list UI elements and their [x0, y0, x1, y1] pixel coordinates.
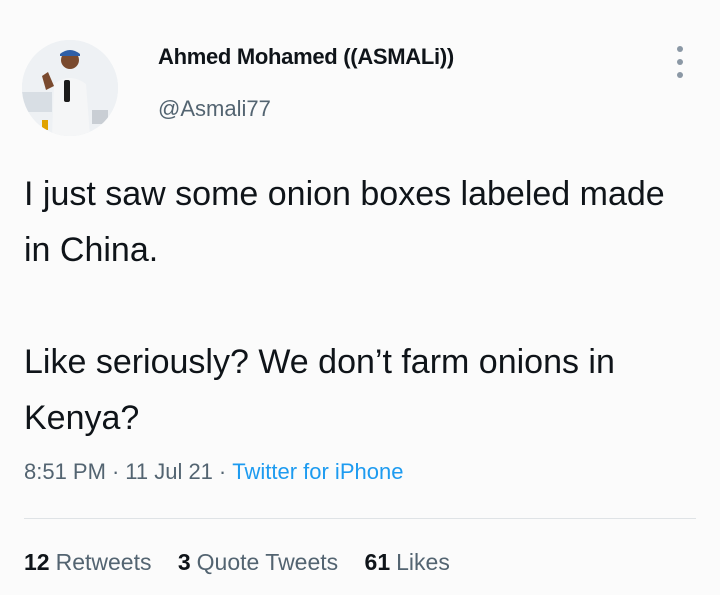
- quote-tweets-count: 3: [177, 549, 191, 575]
- more-options-button[interactable]: [670, 46, 690, 78]
- tweet-date[interactable]: 11 Jul 21: [125, 459, 213, 484]
- avatar-image: [22, 40, 118, 136]
- retweets-count: 12: [24, 549, 50, 575]
- likes-label: Likes: [396, 549, 450, 575]
- likes-count: 61: [364, 549, 391, 575]
- meta-separator: ·: [218, 459, 227, 484]
- display-name[interactable]: Ahmed Mohamed ((ASMALi)): [158, 44, 454, 70]
- quote-tweets-label: Quote Tweets: [196, 549, 339, 575]
- tweet: Ahmed Mohamed ((ASMALi)) @Asmali77 I jus…: [0, 0, 720, 595]
- meta-separator: ·: [111, 459, 120, 484]
- tweet-paragraph: Like seriously? We don’t farm onions in …: [24, 343, 615, 437]
- tweet-source-link[interactable]: Twitter for iPhone: [232, 459, 403, 484]
- quote-tweets-stat[interactable]: 3 Quote Tweets: [178, 549, 338, 575]
- retweets-label: Retweets: [55, 549, 152, 575]
- tweet-paragraph: I just saw some onion boxes labeled made…: [24, 175, 665, 269]
- retweets-stat[interactable]: 12 Retweets: [24, 549, 151, 575]
- user-handle[interactable]: @Asmali77: [158, 96, 271, 122]
- tweet-text: I just saw some onion boxes labeled made…: [24, 166, 694, 446]
- divider: [24, 518, 696, 519]
- tweet-stats: 12 Retweets 3 Quote Tweets 61 Likes: [24, 549, 470, 576]
- tweet-time[interactable]: 8:51 PM: [24, 459, 106, 484]
- more-vertical-icon: [677, 72, 683, 78]
- tweet-meta: 8:51 PM · 11 Jul 21 · Twitter for iPhone: [24, 459, 403, 485]
- likes-stat[interactable]: 61 Likes: [365, 549, 450, 575]
- tweet-header: Ahmed Mohamed ((ASMALi)) @Asmali77: [22, 40, 698, 140]
- more-vertical-icon: [677, 59, 683, 65]
- more-vertical-icon: [677, 46, 683, 52]
- avatar[interactable]: [22, 40, 118, 136]
